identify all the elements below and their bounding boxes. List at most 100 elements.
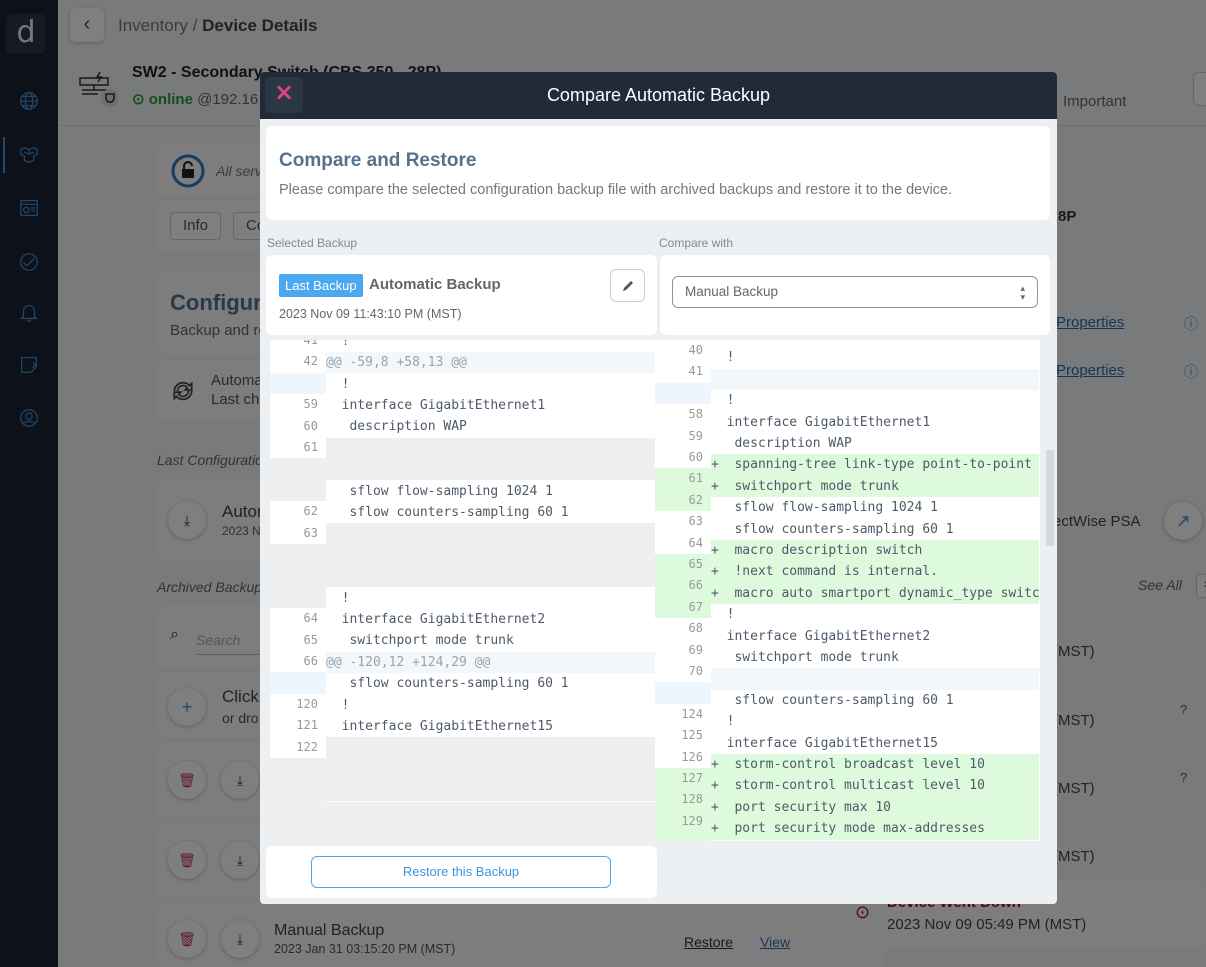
line-number: 59 [303,397,318,412]
gutter-cell [270,758,326,780]
added-line: + switchport mode trunk [711,478,899,494]
line-number: 42 [303,354,318,369]
diff-scrollbar[interactable] [1046,450,1054,546]
diff-pane-right: 40 41 58 59 60 61 62 63 64 65 66 67 68 69 70 124 125 126 1… [655,340,1039,841]
gutter-cell [270,822,326,841]
line-number: 62 [303,504,318,519]
intro-title: Compare and Restore [279,150,477,171]
selected-backup-date: 2023 Nov 09 11:43:10 PM (MST) [279,307,462,321]
intro-card: Compare and Restore Please compare the s… [266,126,1050,220]
gutter-cell [655,382,711,405]
code-area: ! @@ -59,8 +58,13 @@ ! interface GigabitE… [326,340,655,841]
pencil-icon [622,280,633,291]
line-number: 69 [688,642,703,657]
line-number: 65 [688,557,703,571]
code-line: interface GigabitEthernet15 [711,735,938,751]
code-line: sflow counters-sampling 60 1 [326,676,569,692]
restore-backup-button[interactable]: Restore this Backup [311,856,611,888]
line-number-gutter: 40 41 58 59 60 61 62 63 64 65 66 67 68 69 70 124 125 126 1… [655,340,711,841]
code-line: ! [326,340,350,349]
line-number: 65 [303,632,318,647]
line-number: 60 [688,450,703,464]
line-number-gutter: 41 42 59 60 61 62 63 64 65 66 120 121 122 [270,340,326,841]
code-line: description WAP [711,436,852,451]
code-line: sflow flow-sampling 1024 1 [326,483,553,499]
intro-text: Please compare the selected configuratio… [279,182,953,198]
hunk-header [711,668,1039,689]
code-line: interface GigabitEthernet2 [711,628,931,644]
hunk-header: @@ -120,12 +124,29 @@ [326,654,491,670]
gutter-cell [270,372,326,395]
gutter-cell [270,544,326,566]
gutter-cell [270,565,326,587]
code-line: description WAP [326,419,467,435]
code-line: switchport mode trunk [326,633,514,649]
line-number: 64 [303,611,318,626]
added-line: + macro description switch [711,543,923,558]
compare-with-label: Compare with [659,236,734,250]
compare-backup-modal: × Compare Automatic Backup Compare and R… [260,72,1057,904]
added-line: + storm-control multicast level 10 [711,778,985,794]
select-arrows-icon: ▴ ▾ [1020,283,1025,302]
line-number: 67 [688,599,703,614]
line-number: 66 [303,654,318,668]
code-line: ! [711,393,735,409]
selected-backup-name: Automatic Backup [369,276,501,293]
line-number: 58 [688,407,703,422]
line-number: 62 [688,492,703,507]
line-number: 41 [303,340,318,347]
code-line: interface GigabitEthernet2 [326,611,546,627]
gutter-cell [270,779,326,801]
line-number: 129 [681,813,703,828]
gutter-cell [270,800,326,823]
line-number: 126 [681,749,703,764]
line-number: 121 [296,718,318,733]
code-line: sflow counters-sampling 60 1 [326,504,569,520]
line-number: 64 [688,535,703,550]
line-number: 61 [303,440,318,454]
gutter-cell [270,458,326,480]
code-line: ! [711,350,735,366]
line-number: 120 [296,696,318,711]
added-line: + storm-control broadcast level 10 [711,757,985,772]
code-line: sflow receiver 1 192.168.43.181 [711,340,1039,347]
edit-button[interactable] [610,269,645,302]
code-line: interface GigabitEthernet15 [326,718,553,734]
modal-title: Compare Automatic Backup [546,85,771,105]
last-backup-badge: Last Backup [279,274,363,297]
line-number: 63 [688,514,703,529]
gutter-cell [655,682,711,704]
line-number: 63 [303,525,318,540]
line-number: 59 [688,428,703,443]
compare-backup-select[interactable]: Manual Backup ▴ ▾ [672,276,1038,308]
code-line: switchport mode trunk [711,650,899,665]
code-line: ! [711,607,735,623]
code-line: ! [326,376,350,392]
hunk-header [711,369,1039,390]
added-line: + spanning-tree link-type point-to-point [711,457,1032,473]
gutter-cell [270,479,326,502]
modal-header: × Compare Automatic Backup [260,72,1057,119]
selected-backup-card: Last Backup Automatic Backup 2023 Nov 09… [266,255,657,335]
line-number: 124 [681,706,703,721]
hunk-header: @@ -59,8 +58,13 @@ [326,355,467,371]
diff-viewer[interactable]: 41 42 59 60 61 62 63 64 65 66 120 121 122 ! @@ -59,8 … [270,340,1040,841]
line-number: 122 [296,739,318,754]
code-line: interface GigabitEthernet1 [326,397,546,413]
code-line: ! [326,590,350,606]
code-line: sflow counters-sampling 60 1 [711,521,954,537]
compare-with-card: Manual Backup ▴ ▾ [660,255,1050,335]
diff-pane-left: 41 42 59 60 61 62 63 64 65 66 120 121 122 ! @@ -59,8 … [270,340,655,841]
code-line: sflow flow-sampling 1024 1 [711,500,938,516]
line-number: 66 [688,578,703,593]
added-line: + !next command is internal. [711,564,938,580]
line-number: 127 [681,771,703,785]
line-number: 125 [681,728,703,743]
